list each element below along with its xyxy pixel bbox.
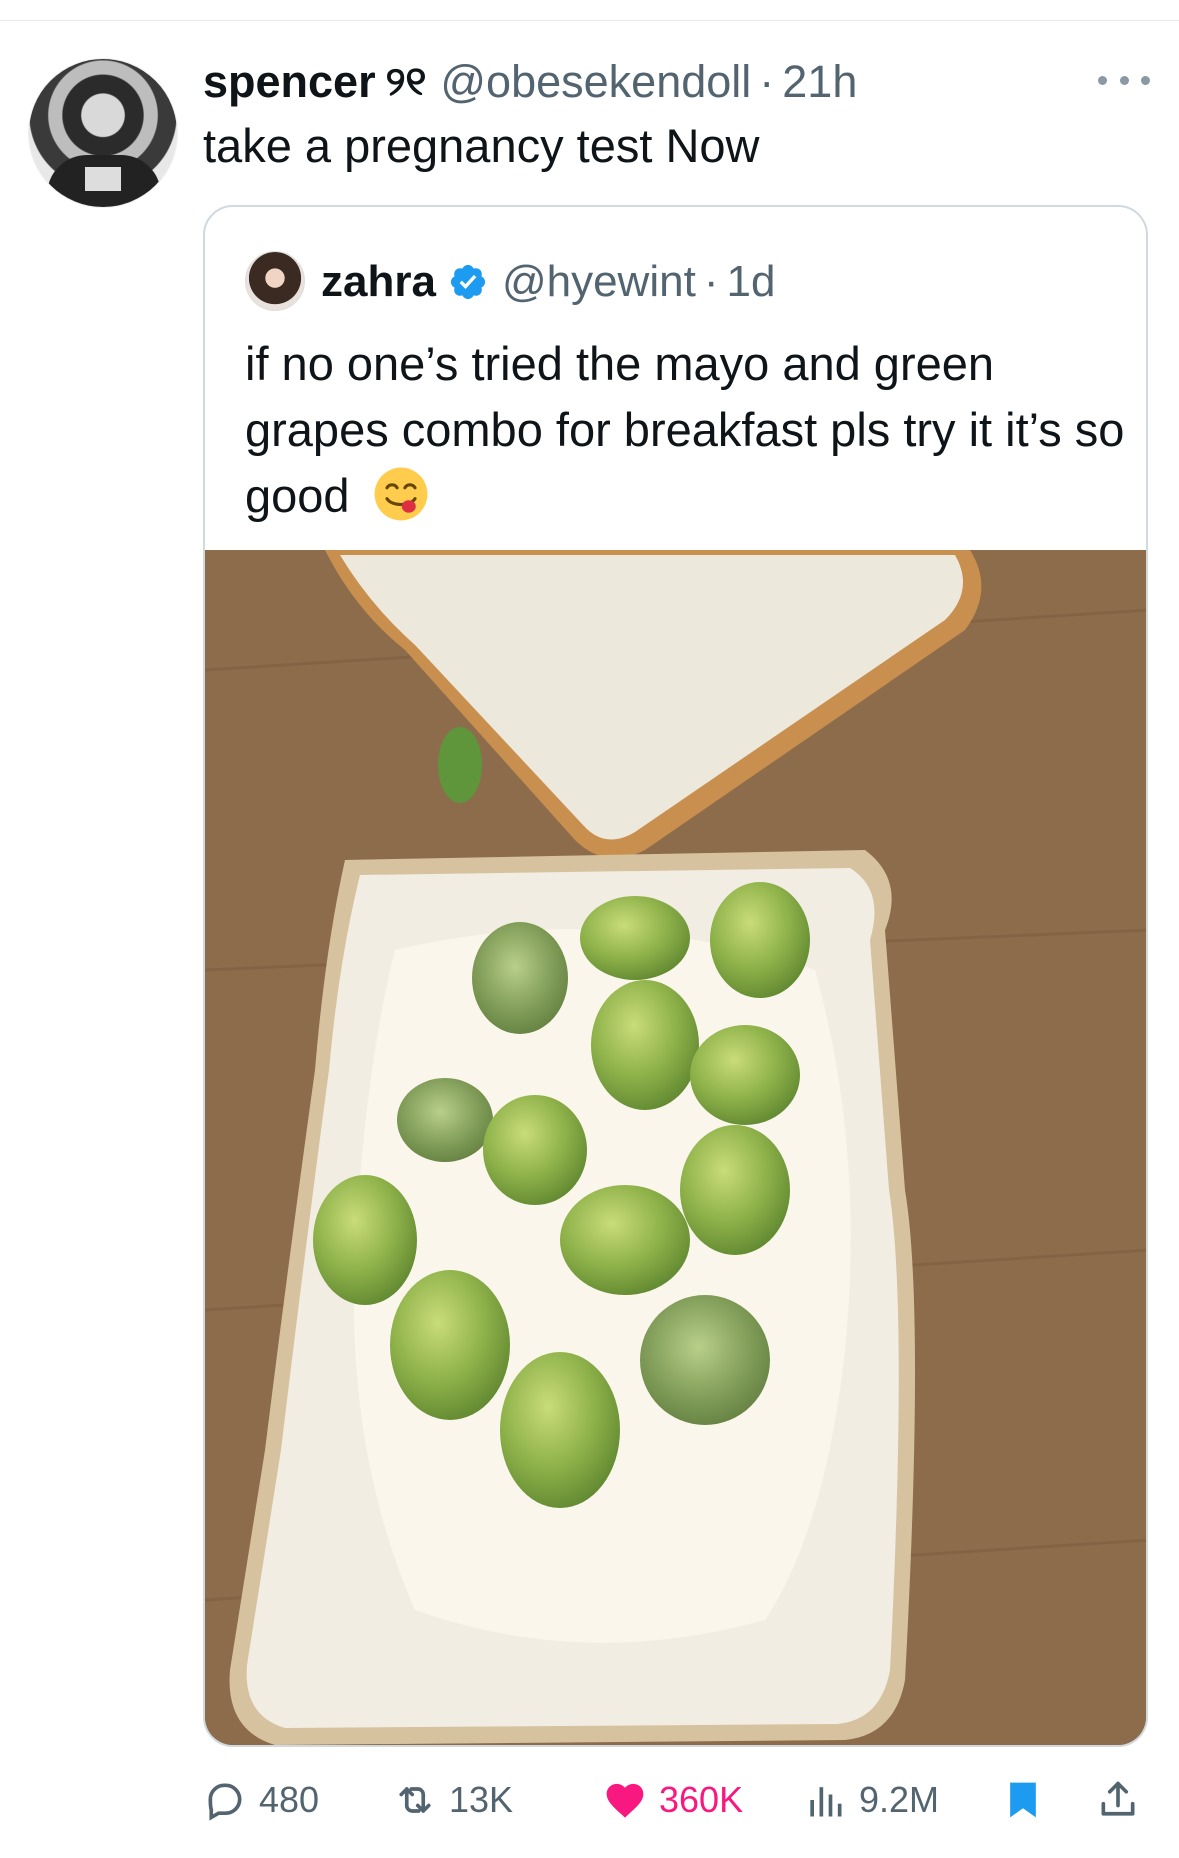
- quoted-tweet-text-block: if no one’s tried the mayo and green gra…: [245, 331, 1125, 529]
- quoted-author-handle[interactable]: @hyewint: [502, 257, 696, 307]
- share-button[interactable]: [1096, 1772, 1140, 1828]
- verified-badge-icon: [450, 264, 486, 300]
- separator-dot: ·: [759, 56, 775, 107]
- repost-button[interactable]: 13K: [393, 1772, 513, 1828]
- face-savoring-food-emoji-icon: [374, 467, 428, 521]
- author-avatar[interactable]: [28, 58, 178, 208]
- quoted-author-avatar[interactable]: [245, 251, 305, 311]
- avatar-figure: [47, 155, 161, 207]
- views-count: 9.2M: [859, 1779, 940, 1820]
- author-name-emoji: ୨୧: [385, 59, 427, 104]
- attached-photo[interactable]: [205, 550, 1146, 1745]
- quoted-author-display-name[interactable]: zahra: [321, 257, 436, 307]
- author-handle[interactable]: @obesekendoll: [440, 56, 751, 108]
- like-button[interactable]: 360K: [603, 1772, 743, 1828]
- share-icon: [1101, 1781, 1135, 1816]
- tweet-header: spencer ୨୧ @obesekendoll · 21h: [203, 52, 857, 112]
- like-count: 360K: [659, 1779, 744, 1820]
- quoted-tweet-header: zahra @hyewint · 1d: [321, 251, 775, 313]
- tweet-action-bar: 480 13K 360K 9.2M: [203, 1772, 1153, 1828]
- views-bar-chart-icon: [810, 1787, 842, 1817]
- tweet-timestamp[interactable]: 21h: [782, 56, 857, 108]
- repost-icon: [399, 1787, 431, 1813]
- top-divider: [0, 20, 1179, 21]
- views-button[interactable]: 9.2M: [803, 1772, 939, 1828]
- quoted-tweet-timestamp[interactable]: 1d: [726, 257, 775, 307]
- reply-count: 480: [259, 1779, 320, 1820]
- author-display-name[interactable]: spencer: [203, 56, 376, 108]
- bookmark-icon: [1010, 1782, 1036, 1818]
- bread-grapes-illustration: [205, 550, 1146, 1745]
- tweet-text: take a pregnancy test Now: [203, 119, 760, 172]
- repost-count: 13K: [449, 1779, 514, 1820]
- heart-icon: [606, 1783, 644, 1818]
- reply-icon: [208, 1783, 242, 1821]
- reply-button[interactable]: 480: [203, 1772, 319, 1828]
- more-options-icon[interactable]: [1098, 70, 1150, 90]
- quoted-separator-dot: ·: [703, 257, 719, 306]
- quoted-tweet-card[interactable]: zahra @hyewint · 1d if no one’s tried th…: [203, 205, 1148, 1747]
- bookmark-button[interactable]: [1001, 1772, 1045, 1828]
